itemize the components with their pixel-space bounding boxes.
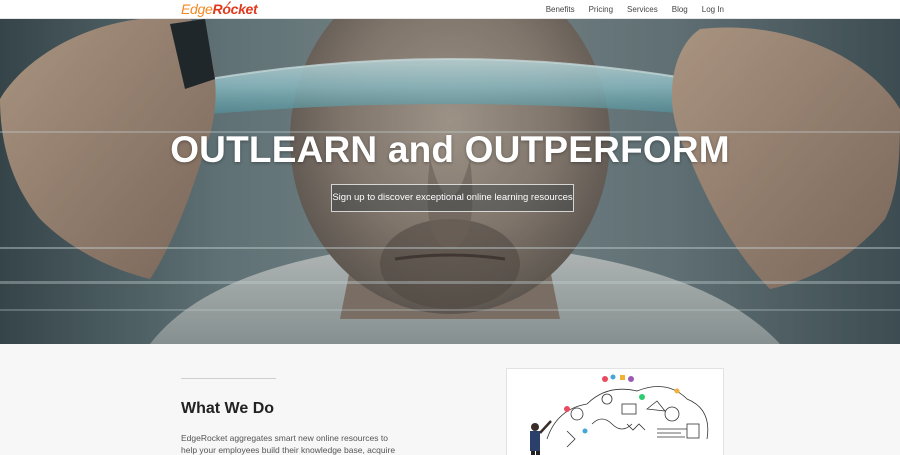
doodle-illustration-image xyxy=(507,369,723,455)
what-we-do-section: What We Do EdgeRocket aggregates smart n… xyxy=(0,344,900,455)
logo-text-r: R xyxy=(212,1,223,17)
hero-content: OUTLEARN and OUTPERFORM Sign up to disco… xyxy=(0,19,900,344)
nav-link-pricing[interactable]: Pricing xyxy=(589,0,613,19)
nav-link-login[interactable]: Log In xyxy=(702,0,724,19)
main-nav: Benefits Pricing Services Blog Log In xyxy=(532,0,724,19)
nav-link-benefits[interactable]: Benefits xyxy=(546,0,575,19)
brainstorm-illustration xyxy=(506,368,724,455)
logo-text-cket: cket xyxy=(230,1,258,17)
rocket-icon: o xyxy=(222,1,232,17)
brand-logo[interactable]: EdgeRo cket xyxy=(181,1,258,17)
hero-title: OUTLEARN and OUTPERFORM xyxy=(170,129,730,170)
logo-text-edge: Edge xyxy=(181,1,213,17)
nav-link-services[interactable]: Services xyxy=(627,0,658,19)
hero-banner: OUTLEARN and OUTPERFORM Sign up to disco… xyxy=(0,19,900,344)
section-divider xyxy=(181,378,276,379)
nav-link-blog[interactable]: Blog xyxy=(672,0,688,19)
top-navbar: EdgeRo cket Benefits Pricing Services Blo… xyxy=(0,0,900,19)
what-we-do-description: EdgeRocket aggregates smart new online r… xyxy=(181,433,396,455)
signup-cta-button[interactable]: Sign up to discover exceptional online l… xyxy=(331,184,574,212)
what-we-do-title: What We Do xyxy=(181,400,275,417)
